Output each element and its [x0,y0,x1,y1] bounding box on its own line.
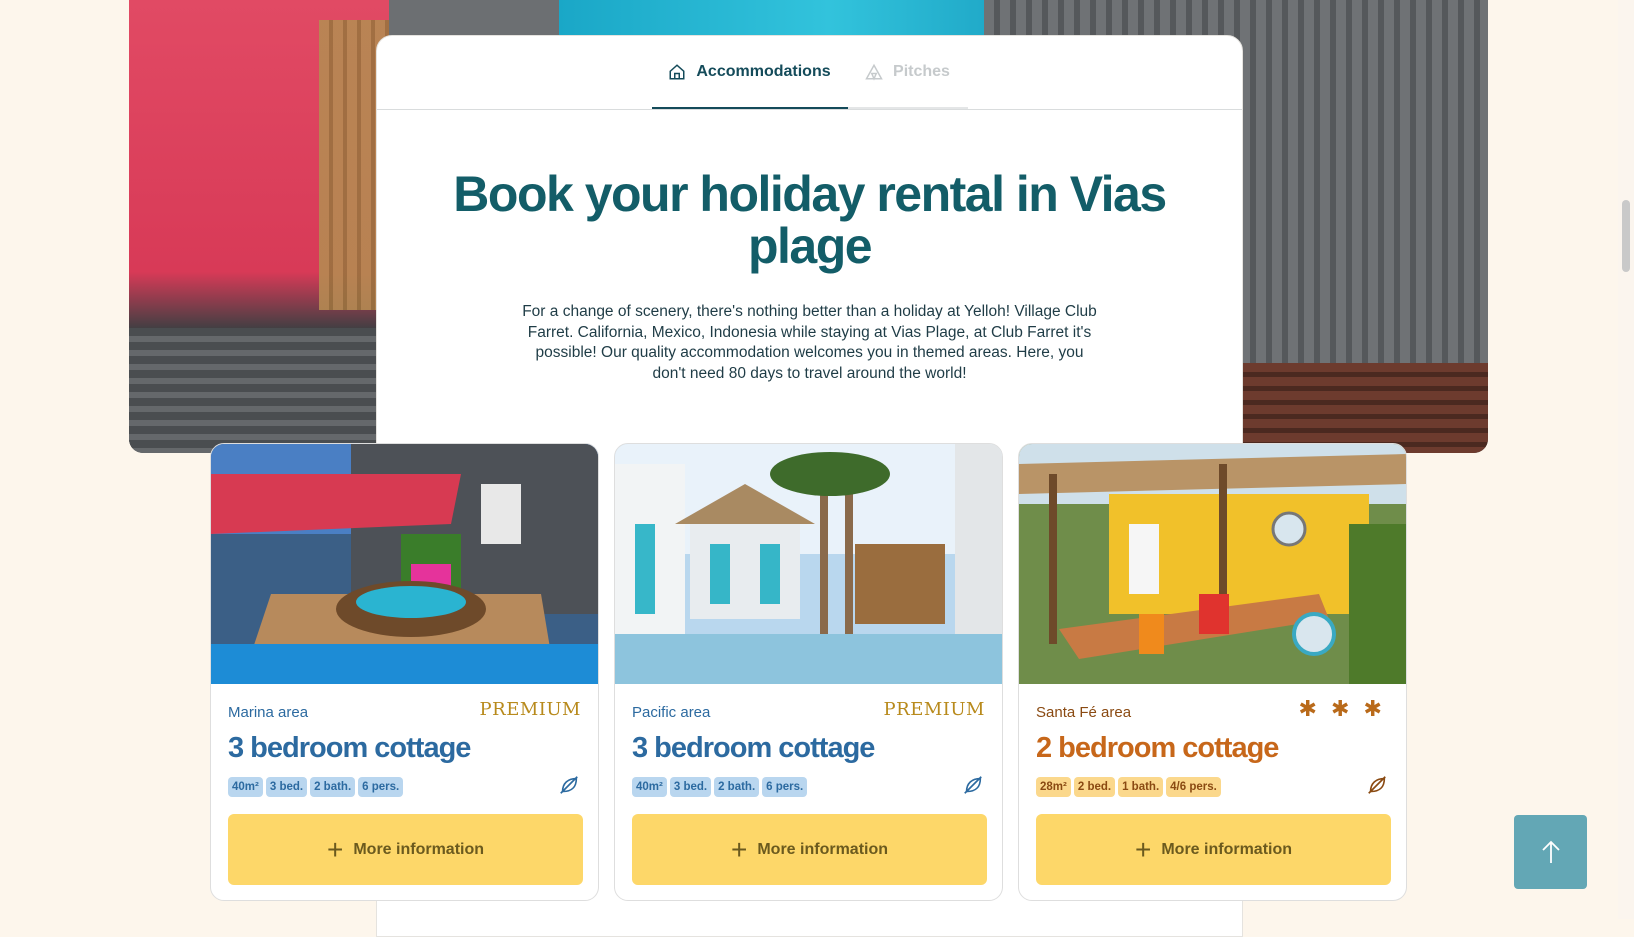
card-area: Santa Fé area [1036,704,1132,721]
tab-pitches[interactable]: Pitches [847,37,968,109]
more-information-button[interactable]: + More information [632,814,987,885]
tag-area: 28m² [1036,777,1071,797]
star-rating: ✱ ✱ ✱ [1298,696,1386,721]
more-information-button[interactable]: + More information [228,814,583,885]
hero-roof [129,328,389,453]
house-icon [669,64,685,80]
hero-roof-right [1228,363,1488,453]
tag-area: 40m² [228,777,263,797]
plus-icon: + [1134,833,1152,865]
accommodation-card[interactable]: Marina area PREMIUM 3 bedroom cottage 40… [210,443,599,901]
tag-area: 40m² [632,777,667,797]
tag-bathrooms: 2 bath. [310,777,356,797]
page-title: Book your holiday rental in Vias plage [453,166,1167,274]
tag-bathrooms: 1 bath. [1118,777,1164,797]
leaf-crossed-icon [560,776,578,794]
card-title[interactable]: 2 bedroom cottage [1036,732,1279,765]
tag-persons: 6 pers. [762,777,808,797]
leaf-crossed-icon [1368,776,1386,794]
button-label: More information [757,840,889,858]
card-area: Marina area [228,704,309,721]
card-photo [615,444,1002,684]
scrollbar[interactable] [1618,0,1634,919]
card-photo [1019,444,1406,684]
card-tags: 40m² 3 bed. 2 bath. 6 pers. [632,777,808,797]
accommodation-card[interactable]: Pacific area PREMIUM 3 bedroom cottage 4… [614,443,1003,901]
button-label: More information [353,840,485,858]
tag-bedrooms: 3 bed. [669,777,712,797]
tent-icon [865,63,883,81]
tab-label: Accommodations [696,63,831,80]
tab-bar: Accommodations Pitches [377,36,1242,110]
premium-badge: PREMIUM [479,699,581,720]
accommodation-card[interactable]: Santa Fé area ✱ ✱ ✱ 2 bedroom cottage 28… [1018,443,1407,901]
arrow-up-icon [1541,840,1560,863]
more-information-button[interactable]: + More information [1036,814,1391,885]
card-title[interactable]: 3 bedroom cottage [228,732,471,765]
intro-paragraph: For a change of scenery, there's nothing… [522,303,1097,382]
card-area: Pacific area [632,704,711,721]
card-title[interactable]: 3 bedroom cottage [632,732,875,765]
card-tags: 40m² 3 bed. 2 bath. 6 pers. [228,777,404,797]
plus-icon: + [730,833,748,865]
tag-bathrooms: 2 bath. [714,777,760,797]
card-tags: 28m² 2 bed. 1 bath. 4/6 pers. [1036,777,1221,797]
tag-persons: 4/6 pers. [1166,777,1221,797]
leaf-crossed-icon [964,776,982,794]
plus-icon: + [326,833,344,865]
hero-photo-left [129,0,389,453]
tag-persons: 6 pers. [358,777,404,797]
back-to-top-button[interactable] [1514,815,1587,889]
tab-accommodations[interactable]: Accommodations [651,37,848,109]
scrollbar-thumb[interactable] [1622,200,1630,272]
tab-label: Pitches [893,63,950,80]
premium-badge: PREMIUM [883,699,985,720]
button-label: More information [1161,840,1293,858]
tag-bedrooms: 3 bed. [265,777,308,797]
tag-bedrooms: 2 bed. [1073,777,1116,797]
card-photo [211,444,598,684]
